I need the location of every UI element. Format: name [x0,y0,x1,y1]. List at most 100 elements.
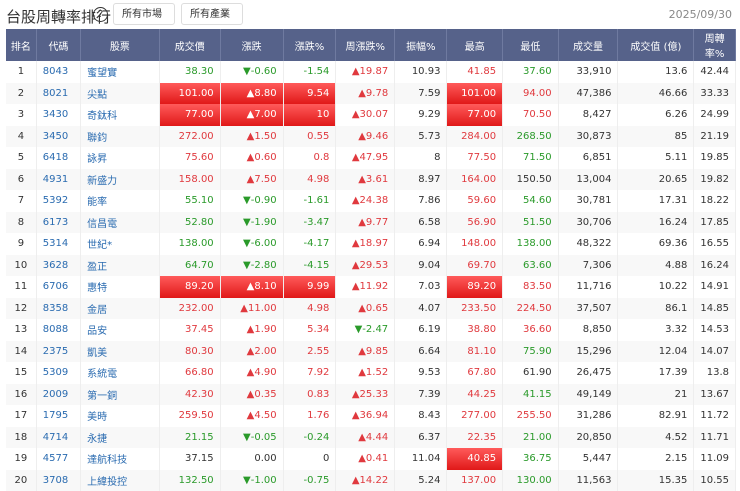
cell-stock[interactable]: 惠特 [81,276,159,298]
cell-stock[interactable]: 美時 [81,405,159,427]
cell-amplitude: 7.59 [395,83,447,105]
cell-code[interactable]: 8358 [36,298,80,320]
table-row[interactable]: 28021尖點101.00▲8.809.54▲9.787.59101.0094.… [6,83,736,105]
cell-amplitude: 6.94 [395,233,447,255]
cell-code[interactable]: 6173 [36,212,80,234]
table-row[interactable]: 56418詠昇75.60▲0.600.8▲47.95877.5071.506,8… [6,147,736,169]
table-row[interactable]: 75392能率55.10▼-0.90-1.61▲24.387.8659.6054… [6,190,736,212]
cell-price: 64.70 [159,255,220,277]
cell-code[interactable]: 5314 [36,233,80,255]
table-row[interactable]: 162009第一銅42.30▲0.350.83▲25.337.3944.2541… [6,384,736,406]
cell-code[interactable]: 5309 [36,362,80,384]
industry-select[interactable]: 所有產業 ⬍ [181,3,243,25]
table-row[interactable]: 155309系統電66.80▲4.907.92▲1.529.5367.8061.… [6,362,736,384]
table-row[interactable]: 184714永捷21.15▼-0.05-0.24▲4.446.3722.3521… [6,427,736,449]
column-header-stock[interactable]: 股票 [81,29,159,61]
cell-stock[interactable]: 達航科技 [81,448,159,470]
cell-stock[interactable]: 詠昇 [81,147,159,169]
cell-stock[interactable]: 永捷 [81,427,159,449]
column-header-change-pct[interactable]: 漲跌% [283,29,336,61]
table-row[interactable]: 194577達航科技37.150.000▲0.4111.0440.8536.75… [6,448,736,470]
cell-stock[interactable]: 聯鈞 [81,126,159,148]
column-header-turnover-value[interactable]: 成交值 (億) [618,29,694,61]
column-header-week-change-pct[interactable]: 周漲跌% [336,29,395,61]
table-row[interactable]: 142375凱美80.30▲2.002.55▲9.856.6481.1075.9… [6,341,736,363]
table-row[interactable]: 171795美時259.50▲4.501.76▲36.948.43277.002… [6,405,736,427]
cell-code[interactable]: 3628 [36,255,80,277]
cell-code[interactable]: 4931 [36,169,80,191]
table-row[interactable]: 95314世紀*138.00▼-6.00-4.17▲18.976.94148.0… [6,233,736,255]
cell-code[interactable]: 3430 [36,104,80,126]
cell-code[interactable]: 6706 [36,276,80,298]
cell-stock[interactable]: 信昌電 [81,212,159,234]
cell-turnover-value: 6.26 [618,104,694,126]
cell-change-pct: -0.75 [283,470,336,491]
cell-change-pct: -1.61 [283,190,336,212]
cell-high: 67.80 [447,362,503,384]
cell-code[interactable]: 5392 [36,190,80,212]
cell-stock[interactable]: 第一銅 [81,384,159,406]
cell-stock[interactable]: 世紀* [81,233,159,255]
cell-stock[interactable]: 盈正 [81,255,159,277]
cell-code[interactable]: 8088 [36,319,80,341]
cell-code[interactable]: 8021 [36,83,80,105]
column-header-high[interactable]: 最高 [447,29,503,61]
cell-code[interactable]: 2375 [36,341,80,363]
cell-amplitude: 5.73 [395,126,447,148]
column-header-turnover-rate[interactable]: 周轉率% [694,29,736,61]
table-row[interactable]: 116706惠特89.20▲8.109.99▲11.927.0389.2083.… [6,276,736,298]
cell-stock[interactable]: 凱美 [81,341,159,363]
cell-code[interactable]: 3708 [36,470,80,491]
cell-code[interactable]: 4577 [36,448,80,470]
column-header-change[interactable]: 漲跌 [220,29,283,61]
cell-turnover-value: 13.6 [618,61,694,83]
cell-stock[interactable]: 蜜望實 [81,61,159,83]
cell-volume: 26,475 [558,362,618,384]
table-row[interactable]: 64931新盛力158.00▲7.504.98▲3.618.97164.0015… [6,169,736,191]
cell-rank: 4 [6,126,36,148]
cell-stock[interactable]: 系統電 [81,362,159,384]
cell-stock[interactable]: 新盛力 [81,169,159,191]
table-row[interactable]: 43450聯鈞272.00▲1.500.55▲9.465.73284.00268… [6,126,736,148]
column-header-code[interactable]: 代碼 [36,29,80,61]
cell-low: 21.00 [503,427,559,449]
table-row[interactable]: 203708上緯投控132.50▼-1.00-0.75▲14.225.24137… [6,470,736,491]
cell-stock[interactable]: 品安 [81,319,159,341]
cell-stock[interactable]: 奇鈦科 [81,104,159,126]
cell-code[interactable]: 8043 [36,61,80,83]
cell-low: 75.90 [503,341,559,363]
cell-stock[interactable]: 金居 [81,298,159,320]
column-header-volume[interactable]: 成交量 [558,29,618,61]
cell-week-change-pct: ▲19.87 [336,61,395,83]
cell-price: 259.50 [159,405,220,427]
cell-stock[interactable]: 尖點 [81,83,159,105]
cell-high: 40.85 [447,448,503,470]
cell-code[interactable]: 3450 [36,126,80,148]
table-row[interactable]: 138088品安37.45▲1.905.34▼-2.476.1938.8036.… [6,319,736,341]
column-header-rank[interactable]: 排名 [6,29,36,61]
table-row[interactable]: 86173信昌電52.80▼-1.90-3.47▲9.776.5856.9051… [6,212,736,234]
cell-change-pct: 1.76 [283,405,336,427]
cell-code[interactable]: 6418 [36,147,80,169]
cell-amplitude: 8.97 [395,169,447,191]
cell-week-change-pct: ▲30.07 [336,104,395,126]
column-header-low[interactable]: 最低 [503,29,559,61]
help-icon[interactable]: ? [93,7,108,22]
column-header-price[interactable]: 成交價 [159,29,220,61]
table-row[interactable]: 103628盈正64.70▼-2.80-4.15▲29.539.0469.706… [6,255,736,277]
cell-code[interactable]: 1795 [36,405,80,427]
cell-stock[interactable]: 上緯投控 [81,470,159,491]
market-select[interactable]: 所有市場 ⬍ [113,3,175,25]
column-header-amplitude[interactable]: 振幅% [395,29,447,61]
table-row[interactable]: 33430奇鈦科77.00▲7.0010▲30.079.2977.0070.50… [6,104,736,126]
cell-change: ▲2.00 [220,341,283,363]
cell-week-change-pct: ▲11.92 [336,276,395,298]
table-row[interactable]: 128358金居232.00▲11.004.98▲0.654.07233.502… [6,298,736,320]
cell-code[interactable]: 4714 [36,427,80,449]
cell-amplitude: 8.43 [395,405,447,427]
table-row[interactable]: 18043蜜望實38.30▼-0.60-1.54▲19.8710.9341.85… [6,61,736,83]
cell-high: 137.00 [447,470,503,491]
cell-stock[interactable]: 能率 [81,190,159,212]
cell-code[interactable]: 2009 [36,384,80,406]
cell-high: 22.35 [447,427,503,449]
